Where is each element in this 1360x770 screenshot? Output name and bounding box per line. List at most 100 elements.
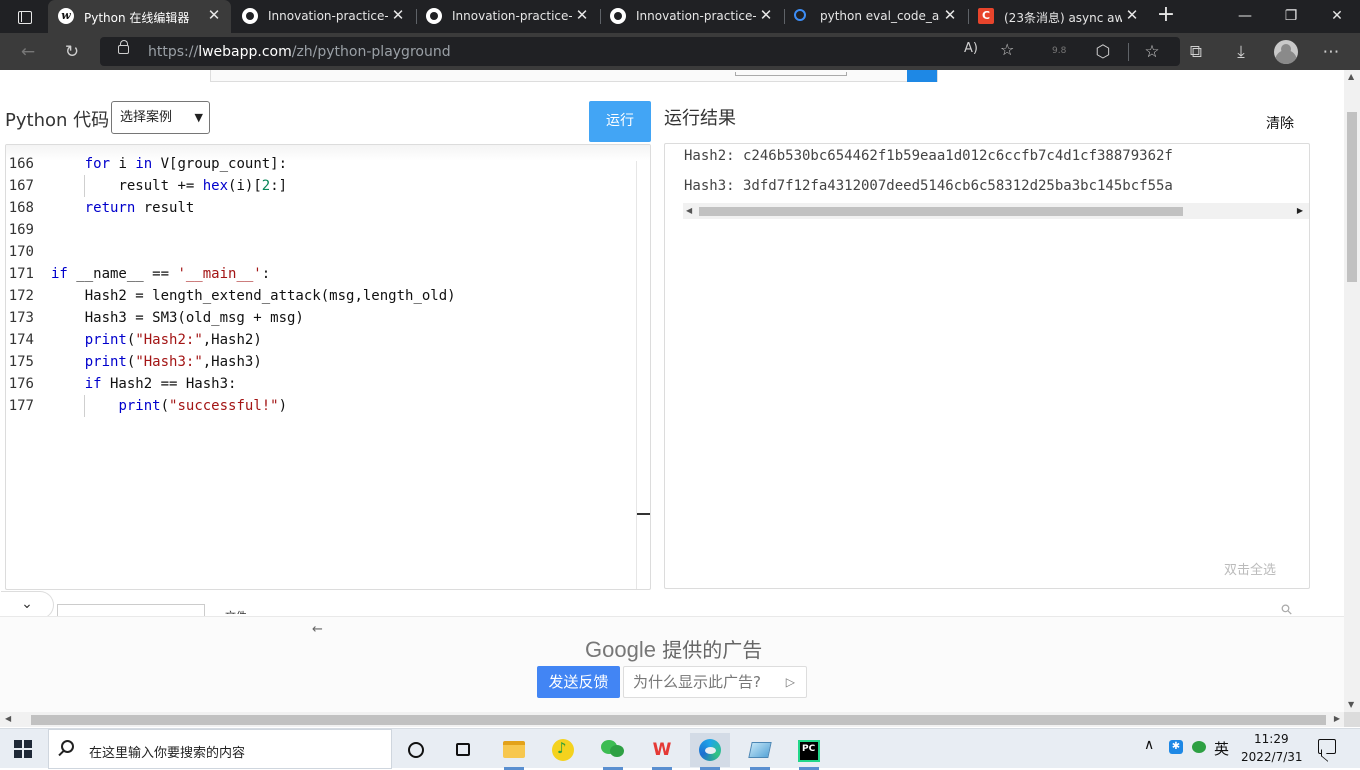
code-line[interactable]: 171 if __name__ == '__main__': [6,263,636,285]
url-path: /zh/python-playground [291,44,451,60]
scroll-down-icon[interactable]: ▼ [1348,700,1354,709]
output-panel[interactable]: Hash2: c246b530bc654462f1b59eaa1d012c6cc… [664,143,1310,589]
taskbar-search-box[interactable]: 在这里输入你要搜索的内容 [48,729,392,769]
code-token: if [51,266,68,282]
page-vertical-scrollbar[interactable]: ▲ ▼ [1344,70,1360,712]
close-icon[interactable]: ✕ [206,7,222,23]
collections-icon[interactable]: ⧉ [1181,37,1211,67]
address-bar[interactable]: https://lwebapp.com/zh/python-playground… [100,37,1180,66]
code-line[interactable]: 170 [6,241,636,263]
collapse-toggle-button[interactable]: ⌄ [1,591,54,619]
code-token: for [84,156,111,172]
qq-music-icon[interactable] [543,733,583,767]
scroll-left-icon[interactable]: ◀ [686,206,692,215]
run-button[interactable]: 运行 [589,101,651,142]
csdn-icon: C [978,8,994,24]
cortana-icon[interactable] [396,733,436,767]
clear-button[interactable]: 清除 [1266,113,1294,133]
scroll-right-icon[interactable]: ▶ [1297,206,1303,215]
send-feedback-button[interactable]: 发送反馈 [537,666,620,698]
tab-bing-search[interactable]: python eval_code_asy ✕ [784,0,967,33]
window-close-button[interactable]: ✕ [1314,0,1360,33]
example-select-value: 选择案例 [120,110,173,125]
close-icon[interactable]: ✕ [758,7,774,23]
url-text[interactable]: https://lwebapp.com/zh/python-playground [148,44,451,60]
task-view-icon[interactable] [443,733,483,767]
ad-area: ← Google 提供的广告 发送反馈 为什么显示此广告? ▷ [0,616,1344,712]
favorites-icon[interactable]: ☆ [1137,37,1167,67]
notepad-icon[interactable] [740,733,780,770]
code-line[interactable]: 173 Hash3 = SM3(old_msg + msg) [6,307,636,329]
clock-date[interactable]: 2022/7/31 [1241,750,1303,764]
minimize-button[interactable]: — [1222,0,1268,33]
tray-overflow-icon[interactable]: ∧ [1144,737,1154,753]
restore-button[interactable]: ❐ [1268,0,1314,33]
tab-github-2[interactable]: Innovation-practice-h ✕ [416,0,599,33]
code-token: Hash2 == Hash3: [101,376,237,392]
scrollbar-thumb[interactable] [1347,112,1357,282]
output-line: Hash3: 3dfd7f12fa4312007deed5146cb6c5831… [684,178,1173,194]
code-text: if __name__ == '__main__': [51,263,270,285]
scroll-left-icon[interactable]: ◀ [5,714,11,723]
code-line[interactable]: 168 return result [6,197,636,219]
edge-icon[interactable] [690,733,730,770]
why-this-ad-button[interactable]: 为什么显示此广告? ▷ [623,666,807,698]
close-icon[interactable]: ✕ [574,7,590,23]
code-line[interactable]: 172 Hash2 = length_extend_attack(msg,leng… [6,285,636,307]
scroll-up-icon[interactable]: ▲ [1348,72,1354,81]
lower-input-remnant[interactable] [57,604,205,616]
more-icon[interactable]: ⋯ [1316,37,1346,67]
clock-time[interactable]: 11:29 [1254,732,1289,746]
example-select[interactable]: 选择案例 ▼ [111,101,210,134]
windows-start-icon[interactable] [14,740,32,758]
close-icon[interactable]: ✕ [942,7,958,23]
extension-score-badge[interactable]: 9.8 [1052,46,1066,56]
tab-csdn[interactable]: C (23条消息) async awa ✕ [968,0,1148,33]
line-number: 168 [8,200,34,216]
code-line[interactable]: 175 print("Hash3:",Hash3) [6,351,636,373]
code-token: :] [270,178,288,194]
page-horizontal-scrollbar[interactable]: ◀ ▶ [0,712,1344,727]
header-button-remnant[interactable] [907,70,937,82]
code-line[interactable]: 166 for i in V[group_count]: [6,153,636,175]
scrollbar-thumb[interactable] [31,715,1326,725]
code-line[interactable]: 177 print("successful!") [6,395,636,417]
ad-choices-icon: ▷ [785,675,795,689]
wechat-icon[interactable] [593,733,633,770]
read-aloud-icon[interactable]: A) [964,41,978,56]
back-icon[interactable]: ← [13,37,43,67]
code-editor[interactable]: 166 for i in V[group_count]: 167 result += … [5,144,651,590]
profile-icon[interactable] [1274,40,1298,64]
scrollbar-thumb[interactable] [699,207,1183,216]
close-icon[interactable]: ✕ [1124,7,1140,23]
scroll-right-icon[interactable]: ▶ [1334,714,1340,723]
tray-wechat-icon[interactable] [1192,741,1206,753]
tray-app-icon[interactable]: ✱ [1169,740,1183,754]
input-method-indicator[interactable]: 英 [1214,738,1229,759]
back-arrow-icon[interactable]: ← [312,622,323,637]
code-line[interactable]: 167 result += hex(i)[2:] [6,175,636,197]
wps-office-icon[interactable]: W [642,733,682,770]
refresh-icon[interactable]: ↻ [57,37,87,67]
tab-github-1[interactable]: Innovation-practice-h ✕ [232,0,415,33]
tab-python-editor[interactable]: w Python 在线编辑器 ✕ [48,0,231,33]
tab-title: (23条消息) async awa [1004,11,1122,25]
close-icon[interactable]: ✕ [390,7,406,23]
extensions-icon[interactable]: ⬡ [1088,37,1118,67]
new-tab-button[interactable]: + [1152,3,1180,29]
downloads-icon[interactable]: ⤓ [1226,37,1256,67]
tab-github-3[interactable]: Innovation-practice-h ✕ [600,0,783,33]
tab-actions-icon[interactable] [8,4,42,30]
add-favorite-icon[interactable]: ☆ [1000,40,1014,59]
notification-icon[interactable] [1318,739,1336,754]
pycharm-icon[interactable]: PC [789,733,829,770]
output-horizontal-scrollbar[interactable]: ◀ ▶ [683,203,1309,219]
header-input-remnant [735,72,847,76]
editor-vertical-scrollbar[interactable] [636,161,650,589]
search-placeholder: 在这里输入你要搜索的内容 [89,746,246,761]
code-line[interactable]: 174 print("Hash2:",Hash2) [6,329,636,351]
file-explorer-icon[interactable] [494,733,534,770]
code-token: i [110,156,136,172]
code-line[interactable]: 176 if Hash2 == Hash3: [6,373,636,395]
code-line[interactable]: 169 [6,219,636,241]
